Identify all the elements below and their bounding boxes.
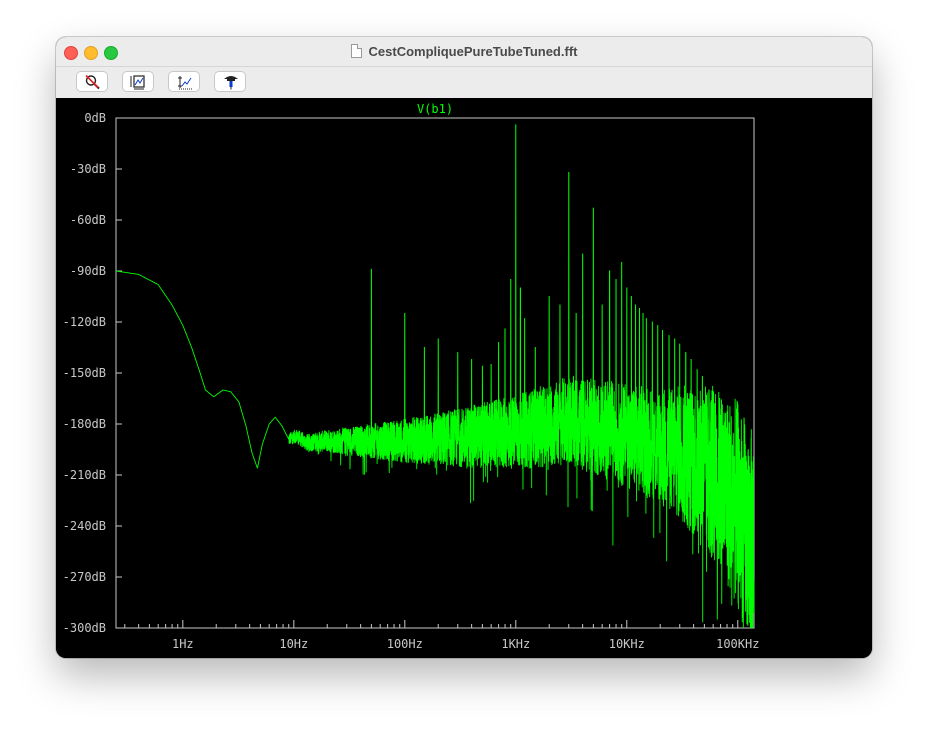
autorange-y-icon [178, 76, 192, 90]
x-tick-label: 100KHz [716, 637, 759, 651]
y-tick-label: -60dB [70, 213, 106, 227]
toolbar [56, 67, 872, 98]
y-tick-label: -30dB [70, 162, 106, 176]
window-title-text: CestCompliquePureTubeTuned.fft [368, 44, 578, 59]
x-tick-label: 100Hz [387, 637, 423, 651]
autorange-icon [130, 75, 145, 90]
autorange-y-button[interactable] [168, 71, 200, 92]
x-tick-label: 10KHz [609, 637, 645, 651]
window-title: CestCompliquePureTubeTuned.fft [56, 44, 872, 59]
probe-button[interactable] [214, 71, 246, 92]
trace-v-b1 [115, 124, 755, 629]
x-tick-label: 1KHz [501, 637, 530, 651]
x-tick-label: 1Hz [172, 637, 194, 651]
y-tick-label: -270dB [63, 570, 106, 584]
fft-window: CestCompliquePureTubeTuned.fft 0dB -30dB… [56, 37, 872, 658]
y-tick-label: -240dB [63, 519, 106, 533]
document-icon [350, 44, 362, 58]
plot-area[interactable]: 0dB -30dB -60dB -90dB -120dB -150dB -180dB -210… [56, 98, 872, 658]
trace-title: V(b1) [417, 102, 453, 116]
y-tick-label: -90dB [70, 264, 106, 278]
y-tick-label: -150dB [63, 366, 106, 380]
zoom-cancel-icon [85, 74, 100, 90]
y-tick-label: -180dB [63, 417, 106, 431]
zoom-cancel-button[interactable] [76, 71, 108, 92]
probe-icon [224, 76, 238, 90]
y-tick-label: 0dB [84, 111, 106, 125]
autorange-button[interactable] [122, 71, 154, 92]
title-bar[interactable]: CestCompliquePureTubeTuned.fft [56, 37, 872, 67]
y-tick-label: -210dB [63, 468, 106, 482]
x-tick-label: 10Hz [279, 637, 308, 651]
y-tick-label: -120dB [63, 315, 106, 329]
fft-plot[interactable]: 0dB -30dB -60dB -90dB -120dB -150dB -180dB -210… [56, 98, 872, 658]
y-tick-label: -300dB [63, 621, 106, 635]
